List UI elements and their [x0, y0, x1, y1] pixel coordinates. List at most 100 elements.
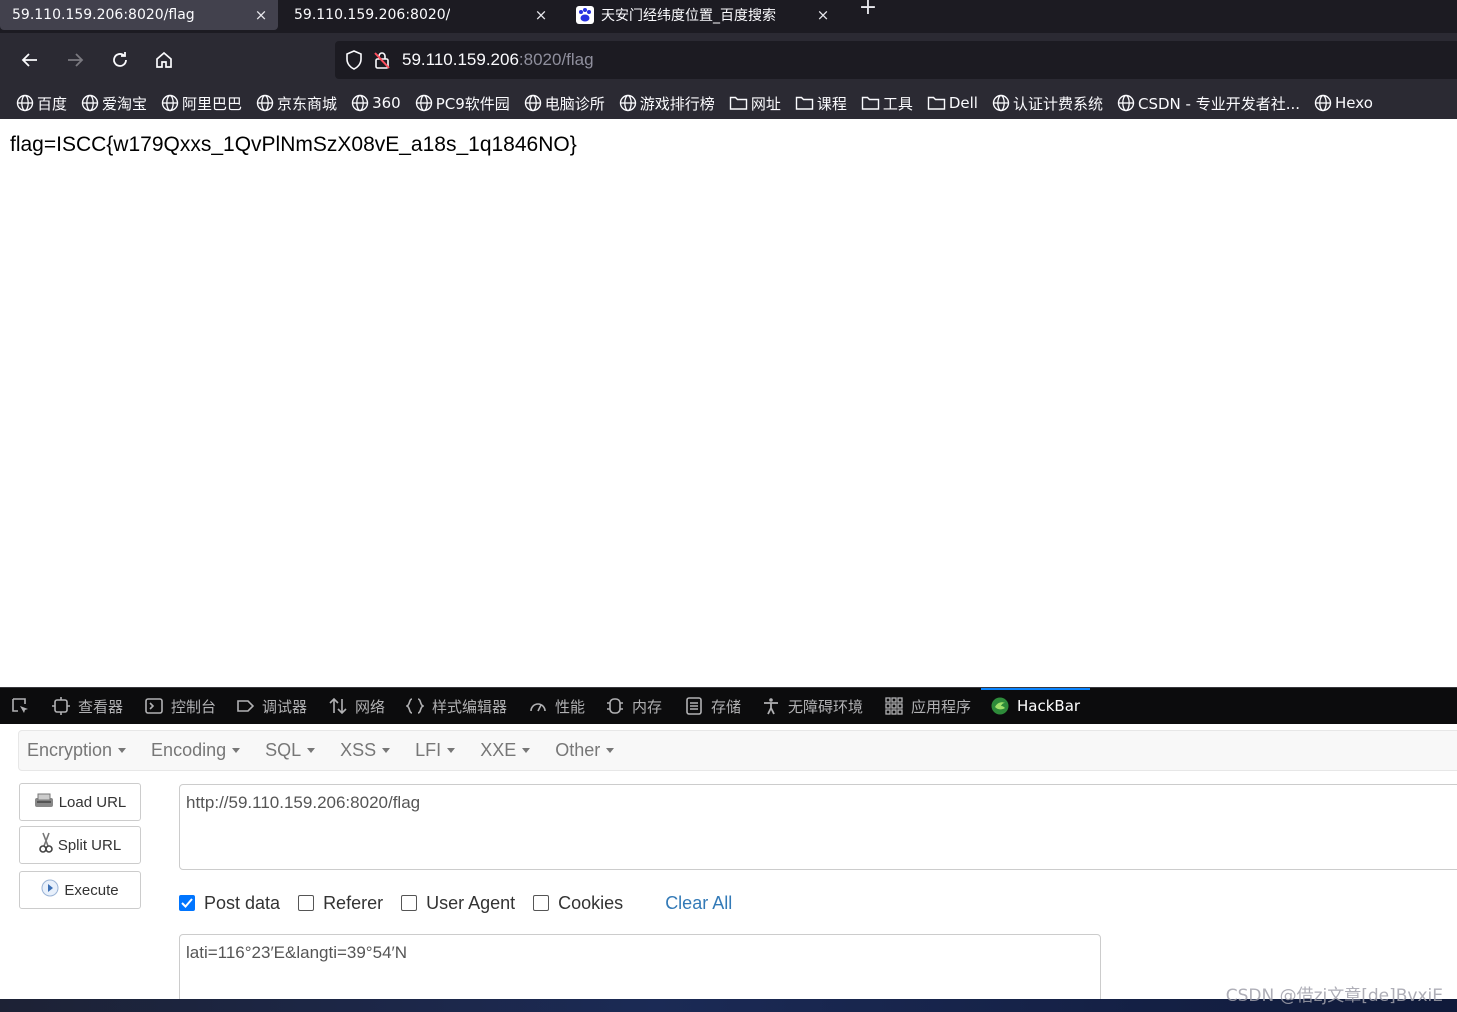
forward-button[interactable]: [62, 47, 88, 73]
tab-title: 59.110.159.206:8020/flag: [12, 7, 195, 23]
tracking-shield-icon[interactable]: [345, 50, 363, 70]
split-url-button[interactable]: Split URL: [19, 826, 141, 864]
bookmark-item[interactable]: 网址: [729, 93, 781, 114]
tab-close-icon[interactable]: ×: [814, 6, 832, 24]
cookies-label: Cookies: [558, 892, 624, 913]
menu-xss[interactable]: XSS: [340, 740, 391, 761]
flag-text: flag=ISCC{w179Qxxs_1QvPlNmSzX08vE_a18s_1…: [10, 133, 577, 156]
menu-encoding[interactable]: Encoding: [151, 740, 241, 761]
bookmark-label: 认证计费系统: [1012, 94, 1103, 113]
bookmark-item[interactable]: CSDN - 专业开发者社...: [1117, 93, 1300, 114]
devtools-tab[interactable]: 应用程序: [885, 688, 971, 724]
menu-lfi[interactable]: LFI: [415, 740, 456, 761]
bookmark-label: 360: [372, 94, 401, 112]
devtools-tab[interactable]: 内存: [606, 688, 662, 724]
devtools-tab-label: 性能: [555, 697, 586, 716]
globe-icon: [81, 94, 102, 112]
tab-close-icon[interactable]: ×: [252, 6, 270, 24]
caret-down-icon: [382, 748, 391, 753]
url-textarea[interactable]: http://59.110.159.206:8020/flag: [179, 784, 1457, 870]
bookmark-item[interactable]: Hexo: [1314, 94, 1373, 112]
bookmark-item[interactable]: 爱淘宝: [81, 93, 147, 114]
execute-label: Execute: [64, 881, 119, 899]
user-agent-checkbox[interactable]: User Agent: [401, 893, 515, 914]
post-data-checkbox[interactable]: Post data: [179, 893, 280, 914]
hackbar-panel: Encryption Encoding SQL XSS LFI XXE Othe…: [0, 724, 1457, 1012]
performance-icon: [529, 697, 555, 715]
bookmark-item[interactable]: 工具: [861, 93, 913, 114]
devtools-tab-label: 无障碍环境: [788, 697, 864, 716]
menu-other[interactable]: Other: [555, 740, 615, 761]
bookmark-item[interactable]: 京东商城: [256, 93, 337, 114]
bookmark-item[interactable]: 游戏排行榜: [619, 93, 715, 114]
scissors-icon: [39, 832, 53, 858]
devtools-tab[interactable]: 网络: [329, 688, 385, 724]
tab-baidu-search[interactable]: 天安门经纬度位置_百度搜索 ×: [562, 0, 840, 30]
devtools-tab[interactable]: 查看器: [52, 688, 123, 724]
clear-all-link[interactable]: Clear All: [665, 893, 732, 914]
bookmark-item[interactable]: 课程: [795, 93, 847, 114]
menu-sql[interactable]: SQL: [265, 740, 316, 761]
url-text: 59.110.159.206:8020/flag: [402, 50, 594, 70]
page-content: flag=ISCC{w179Qxxs_1QvPlNmSzX08vE_a18s_1…: [0, 121, 1457, 687]
post-data-label: Post data: [204, 892, 281, 913]
cookies-checkbox[interactable]: Cookies: [533, 893, 623, 914]
devtools-tab[interactable]: 样式编辑器: [406, 688, 507, 724]
tab-root[interactable]: 59.110.159.206:8020/ ×: [282, 0, 558, 30]
folder-icon: [795, 95, 817, 111]
globe-icon: [524, 94, 545, 112]
execute-button[interactable]: Execute: [19, 871, 141, 909]
home-button[interactable]: [151, 47, 177, 73]
storage-icon: [685, 697, 711, 715]
devtools-tab-label: 调试器: [262, 697, 308, 716]
checkbox-checked-icon: [179, 895, 195, 911]
accessibility-icon: [762, 697, 788, 715]
reload-button[interactable]: [107, 47, 133, 73]
devtools-tab[interactable]: 控制台: [145, 688, 216, 724]
address-bar[interactable]: 59.110.159.206:8020/flag: [335, 41, 1457, 79]
folder-icon: [861, 95, 883, 111]
url-host: 59.110.159.206: [402, 50, 519, 69]
element-picker-button[interactable]: [10, 688, 38, 724]
menu-label: Other: [555, 740, 601, 760]
devtools-tab-label: 样式编辑器: [432, 697, 508, 716]
play-icon: [41, 879, 59, 901]
checkbox-unchecked-icon: [401, 895, 418, 911]
globe-icon: [1117, 94, 1138, 112]
load-url-button[interactable]: Load URL: [19, 783, 141, 821]
menu-label: Encryption: [27, 740, 113, 760]
devtools-tab[interactable]: 无障碍环境: [762, 688, 863, 724]
load-url-label: Load URL: [58, 793, 127, 811]
tab-flag[interactable]: 59.110.159.206:8020/flag ×: [0, 0, 278, 30]
devtools-tab[interactable]: HackBar: [980, 688, 1091, 724]
bookmark-label: CSDN - 专业开发者社...: [1138, 94, 1301, 113]
tab-close-icon[interactable]: ×: [532, 6, 550, 24]
new-tab-button[interactable]: +: [856, 0, 880, 19]
bookmark-item[interactable]: 电脑诊所: [524, 93, 605, 114]
bookmark-label: 百度: [37, 94, 68, 113]
bookmark-item[interactable]: 360: [351, 94, 401, 112]
caret-down-icon: [606, 748, 615, 753]
bookmark-label: 阿里巴巴: [182, 94, 243, 113]
tab-strip: 59.110.159.206:8020/flag × 59.110.159.20…: [0, 0, 1457, 33]
insecure-lock-icon[interactable]: [372, 50, 392, 70]
bookmarks-toolbar: 百度 爱淘宝 阿里巴巴 京东商城 360 PC9软件园 电脑诊所 游戏排行榜 网址 课程 工具 Del…: [0, 87, 1457, 119]
bookmark-item[interactable]: PC9软件园: [415, 93, 510, 114]
caret-down-icon: [307, 748, 316, 753]
bookmark-item[interactable]: 认证计费系统: [992, 93, 1103, 114]
menu-label: Encoding: [151, 740, 227, 760]
bookmark-item[interactable]: Dell: [927, 94, 978, 112]
bookmark-label: 课程: [816, 94, 847, 113]
globe-icon: [619, 94, 640, 112]
devtools-tab[interactable]: 性能: [529, 688, 585, 724]
devtools-tab[interactable]: 存储: [685, 688, 741, 724]
referer-checkbox[interactable]: Referer: [298, 893, 383, 914]
caret-down-icon: [447, 748, 456, 753]
tab-title: 天安门经纬度位置_百度搜索: [601, 8, 776, 24]
back-button[interactable]: [17, 47, 43, 73]
bookmark-item[interactable]: 百度: [16, 93, 67, 114]
menu-encryption[interactable]: Encryption: [27, 740, 127, 761]
menu-xxe[interactable]: XXE: [480, 740, 531, 761]
devtools-tab[interactable]: 调试器: [236, 688, 307, 724]
bookmark-item[interactable]: 阿里巴巴: [161, 93, 242, 114]
